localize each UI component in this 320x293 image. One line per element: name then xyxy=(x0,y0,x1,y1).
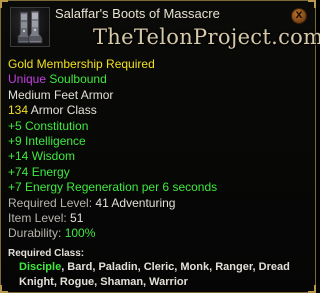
item-properties: Gold Membership Required Unique Soulboun… xyxy=(8,57,217,242)
stat-line: +9 Intelligence xyxy=(8,134,86,149)
class-active: Disciple xyxy=(19,261,62,273)
close-button[interactable]: X xyxy=(291,8,307,24)
required-class-list: Disciple, Bard, Paladin, Cleric, Monk, R… xyxy=(19,260,311,290)
required-class-label: Required Class: xyxy=(8,248,85,259)
stat-line: +14 Wisdom xyxy=(8,149,76,164)
tag-soulbound: Soulbound xyxy=(49,72,107,87)
tag-unique: Unique xyxy=(8,72,47,87)
boots-icon xyxy=(10,7,50,47)
required-level: Required Level: 41 Adventuring xyxy=(8,196,217,211)
durability-value: 100% xyxy=(64,226,96,241)
class-list-line1: , Bard, Paladin, Cleric, Monk, Ranger, D… xyxy=(61,261,290,273)
item-tooltip: Salaffar's Boots of Massacre X TheTelonP… xyxy=(0,0,320,293)
tooltip-corner xyxy=(0,285,8,293)
armor-class-value: 134 xyxy=(8,103,29,118)
stat-line: +7 Energy Regeneration per 6 seconds xyxy=(8,180,218,195)
armor-class: 134 Armor Class xyxy=(8,103,217,118)
tooltip-corner xyxy=(0,0,8,8)
item-name: Salaffar's Boots of Massacre xyxy=(55,6,220,21)
tooltip-corner xyxy=(308,0,316,8)
stat-line: +5 Constitution xyxy=(8,118,89,133)
required-level-value: 41 Adventuring xyxy=(95,195,176,210)
close-icon: X xyxy=(295,11,303,21)
item-level-label: Item Level: xyxy=(8,211,67,226)
class-list-line2: Knight, Rogue, Shaman, Warrior xyxy=(19,276,188,288)
armor-slot: Medium Feet Armor xyxy=(8,87,114,102)
item-level-value: 51 xyxy=(70,211,84,226)
membership-requirement: Gold Membership Required xyxy=(8,57,155,71)
stat-line: +74 Energy xyxy=(8,164,70,179)
durability: Durability: 100% xyxy=(8,226,217,241)
item-tags: Unique Soulbound xyxy=(8,72,217,87)
armor-class-label: Armor Class xyxy=(30,103,97,118)
required-level-label: Required Level: xyxy=(8,195,93,210)
item-level: Item Level: 51 xyxy=(8,211,217,226)
durability-label: Durability: xyxy=(8,226,62,241)
watermark-logo: TheTelonProject.com xyxy=(93,25,320,49)
